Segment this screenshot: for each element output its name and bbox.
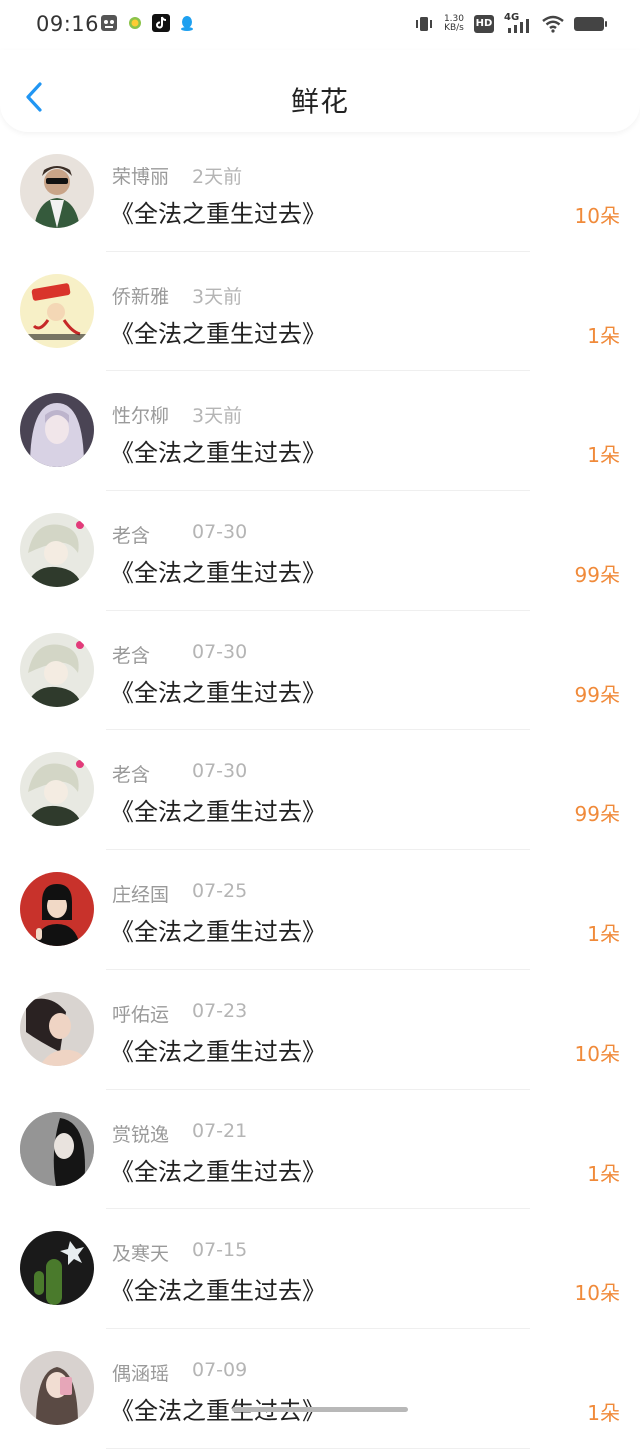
avatar[interactable] [20,513,94,588]
list-item[interactable]: 侨新雅 3天前 《全法之重生过去》 1朵 [0,252,640,372]
list-item[interactable]: 庄经国 07-25 《全法之重生过去》 1朵 [0,850,640,970]
book-title[interactable]: 《全法之重生过去》 [110,1271,326,1306]
flower-count: 99朵 [574,802,620,827]
flower-count: 1朵 [587,1400,620,1425]
avatar[interactable] [20,752,94,827]
sender-name: 性尔柳 [112,405,170,428]
sender-name: 侨新雅 [112,285,170,308]
page-title: 鲜花 [290,85,349,118]
sent-time: 07-30 [192,760,248,783]
flower-count: 1朵 [587,323,620,348]
battery-icon [574,17,607,31]
qq-notification-icon [181,16,193,31]
status-time: 09:16 [36,12,100,36]
book-title[interactable]: 《全法之重生过去》 [110,433,326,468]
mascot-notification-icon [129,17,141,29]
sent-time: 07-15 [192,1239,248,1262]
list-item[interactable]: 老含 07-30 《全法之重生过去》 99朵 [0,491,640,611]
flower-gift-list: 荣博丽 2天前 《全法之重生过去》 10朵 侨新雅 3天前 《全法之重生过去》 … [0,132,640,1449]
flower-count: 99朵 [574,682,620,707]
sender-name: 老含 [112,525,151,548]
cellular-signal-icon: 4G [504,12,532,34]
sender-name: 老含 [112,644,151,667]
avatar[interactable] [20,991,94,1066]
flower-count: 10朵 [574,1041,620,1066]
list-item[interactable]: 老含 07-30 《全法之重生过去》 99朵 [0,730,640,851]
flower-count: 10朵 [574,1281,620,1306]
sent-time: 07-09 [192,1358,248,1381]
list-item[interactable]: 赏锐逸 07-21 《全法之重生过去》 1朵 [0,1090,640,1210]
sent-time: 2天前 [192,166,243,188]
network-speed-unit: KB/s [444,23,464,33]
avatar[interactable] [20,154,94,228]
avatar[interactable] [20,393,94,468]
sender-name: 及寒天 [112,1243,170,1266]
flower-count: 10朵 [574,204,620,228]
avatar[interactable] [20,1231,94,1306]
avatar[interactable] [20,872,94,947]
nav-bar: 鲜花 [0,50,640,132]
book-title[interactable]: 《全法之重生过去》 [110,912,326,947]
list-item[interactable]: 及寒天 07-15 《全法之重生过去》 10朵 [0,1209,640,1329]
sent-time: 07-21 [192,1119,248,1142]
list-item[interactable]: 偶涵瑶 07-09 《全法之重生过去》 1朵 [0,1329,640,1449]
sender-name: 偶涵瑶 [112,1362,170,1385]
sender-name: 庄经国 [112,884,170,907]
list-item[interactable]: 荣博丽 2天前 《全法之重生过去》 10朵 [0,132,640,252]
book-title[interactable]: 《全法之重生过去》 [110,673,326,708]
sent-time: 3天前 [192,405,243,428]
sender-name: 老含 [112,764,151,787]
network-speed: 1.30 KB/s [444,15,464,33]
book-title[interactable]: 《全法之重生过去》 [110,792,326,827]
book-title[interactable]: 《全法之重生过去》 [110,194,326,229]
flower-count: 1朵 [587,1161,620,1186]
app-notification-icon [101,15,117,31]
wifi-icon [542,15,564,33]
tiktok-notification-icon [152,14,170,32]
book-title[interactable]: 《全法之重生过去》 [110,314,326,349]
avatar[interactable] [20,1111,94,1186]
vibrate-icon [415,17,432,31]
book-title[interactable]: 《全法之重生过去》 [110,1032,326,1067]
flower-count: 1朵 [587,922,620,947]
avatar[interactable] [20,632,94,707]
book-title[interactable]: 《全法之重生过去》 [110,1152,326,1187]
sent-time: 07-23 [192,999,248,1022]
list-item[interactable]: 呼佑运 07-23 《全法之重生过去》 10朵 [0,970,640,1090]
sent-time: 07-30 [192,521,248,544]
status-bar: 09:16 1.30 KB/s HD 4G [0,0,640,50]
list-item[interactable]: 性尔柳 3天前 《全法之重生过去》 1朵 [0,371,640,492]
list-item[interactable]: 老含 07-30 《全法之重生过去》 99朵 [0,611,640,731]
sent-time: 07-25 [192,880,248,903]
sender-name: 荣博丽 [112,166,170,188]
home-indicator[interactable] [232,1407,408,1412]
flower-count: 1朵 [587,443,620,468]
sender-name: 赏锐逸 [112,1123,170,1146]
book-title[interactable]: 《全法之重生过去》 [110,553,326,588]
sender-name: 呼佑运 [112,1003,170,1026]
flower-count: 99朵 [574,563,620,588]
status-notification-icons [100,14,196,32]
divider [106,1447,530,1449]
sent-time: 07-30 [192,640,248,663]
hd-icon: HD [474,15,494,33]
sent-time: 3天前 [192,285,243,308]
status-system-icons: 1.30 KB/s HD 4G [414,12,607,34]
avatar[interactable] [20,273,94,348]
avatar[interactable] [20,1350,94,1425]
